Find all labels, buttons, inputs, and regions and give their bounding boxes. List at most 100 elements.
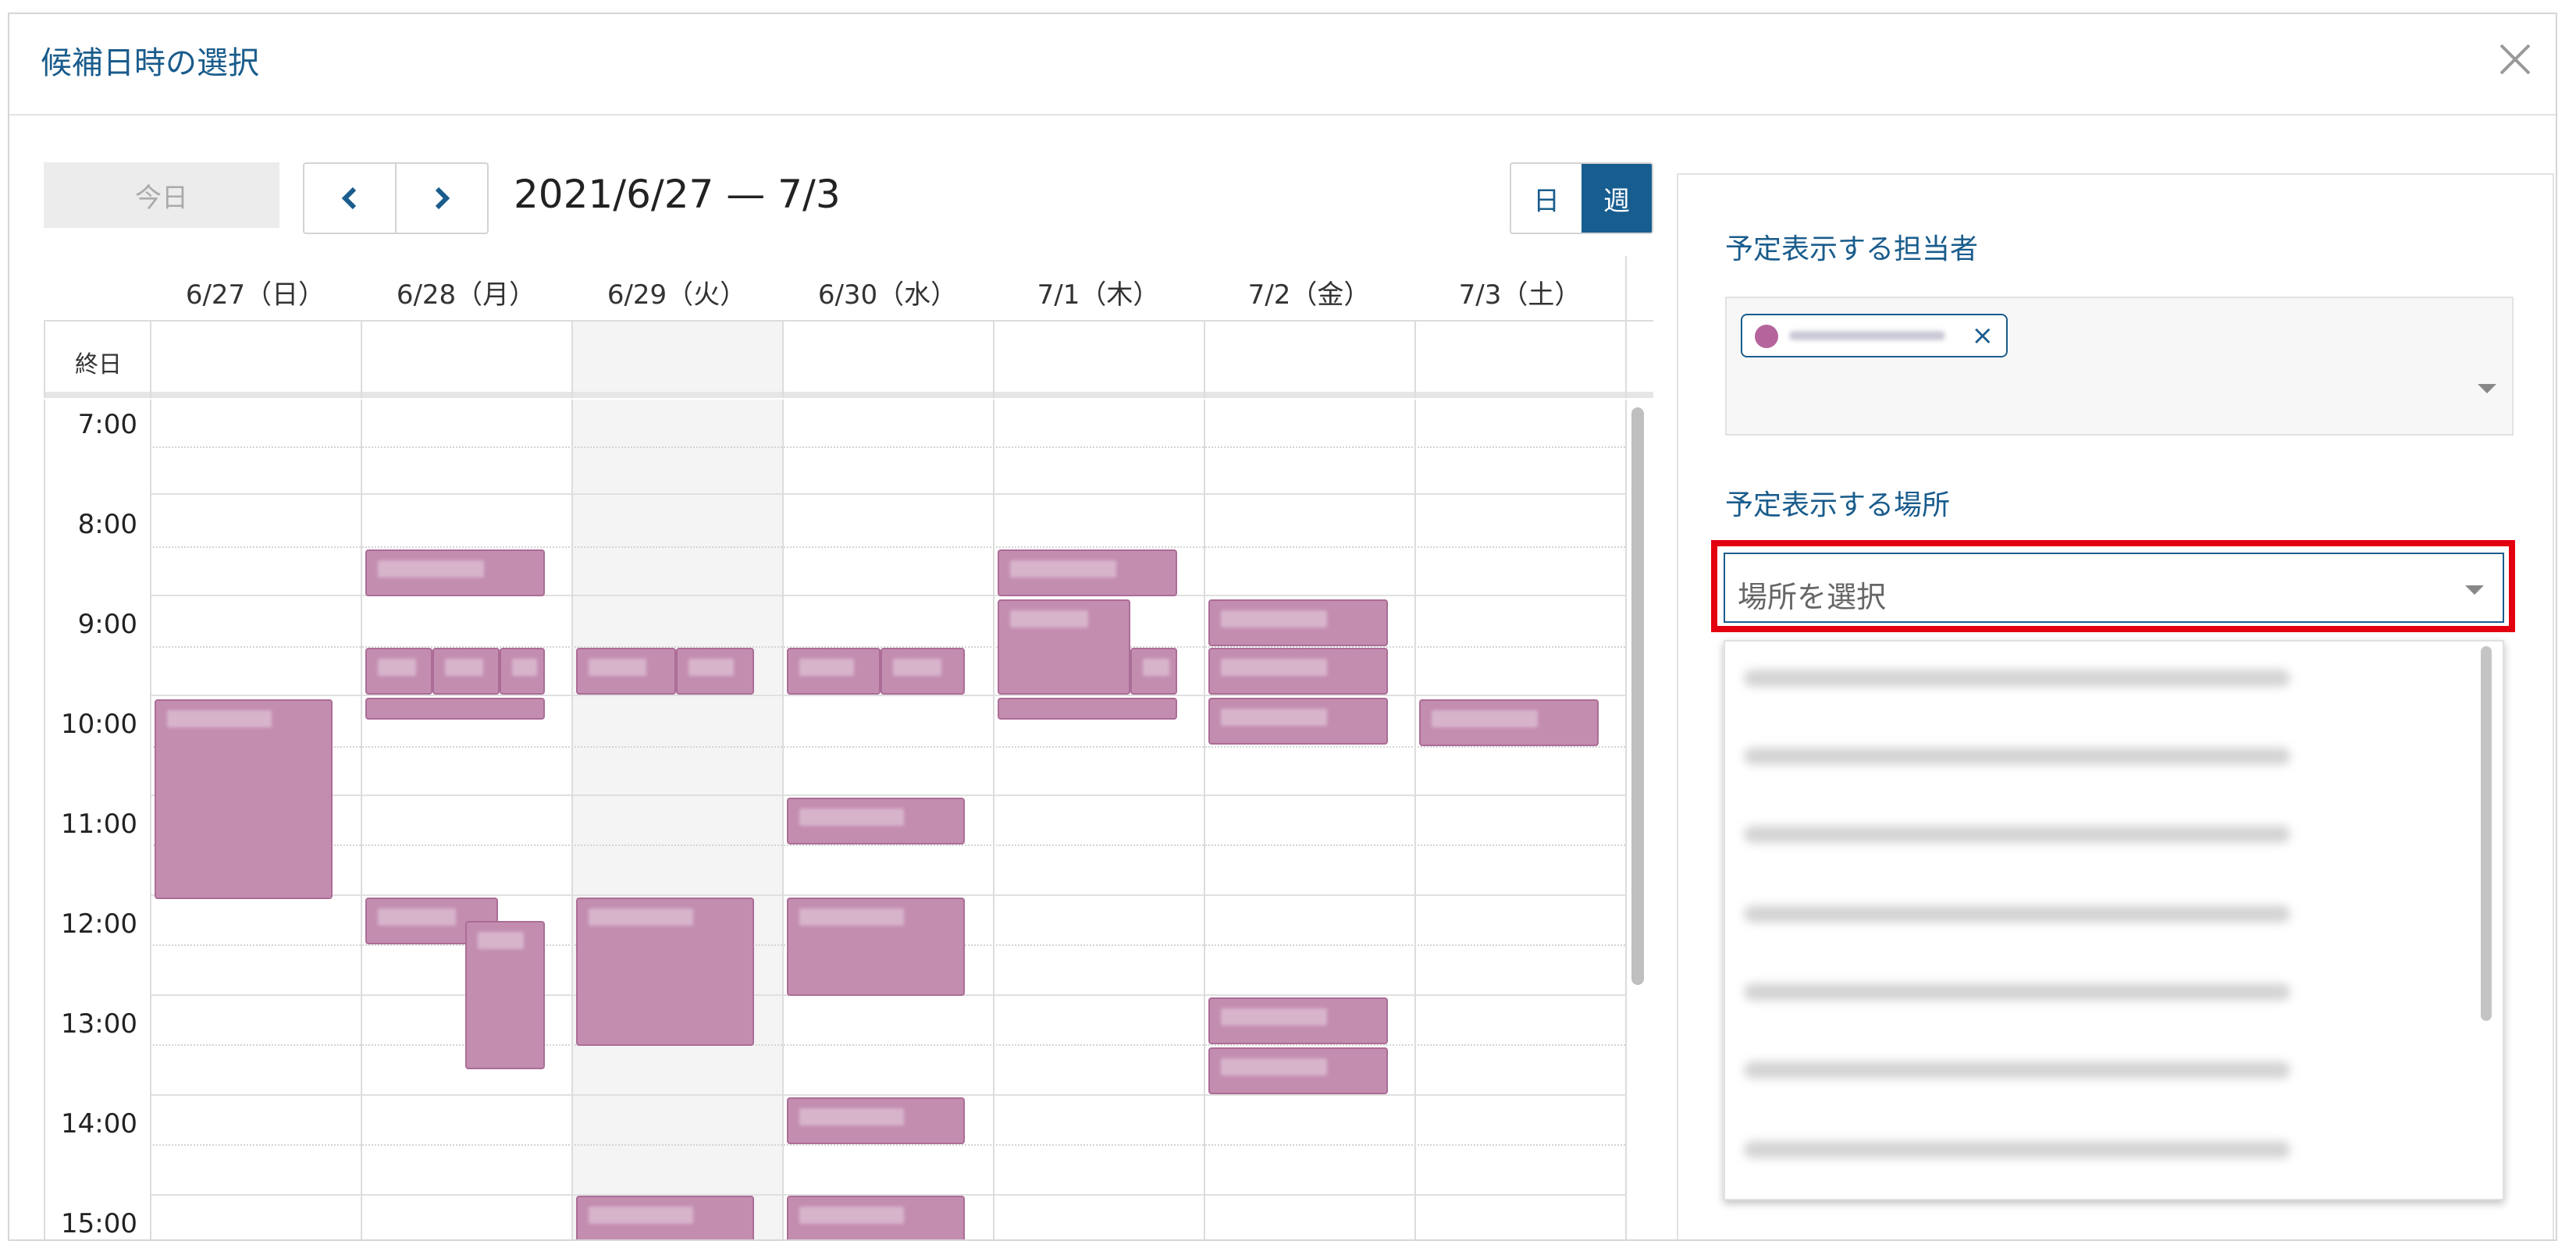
week-navigation <box>303 162 489 234</box>
calendar-event[interactable] <box>1208 997 1388 1044</box>
calendar-event[interactable] <box>365 549 545 596</box>
column-line <box>993 320 994 398</box>
calendar-event[interactable] <box>998 549 1177 596</box>
day-header: 6/27（日） <box>185 279 326 311</box>
dialog-header: 候補日時の選択 <box>9 14 2556 116</box>
hour-line <box>150 1094 1625 1096</box>
hour-line <box>150 795 1625 796</box>
date-range-label: 2021/6/27 — 7/3 <box>514 172 841 217</box>
time-label: 14:00 <box>61 1108 137 1139</box>
calendar-event[interactable] <box>1208 1047 1388 1094</box>
calendar-event[interactable] <box>787 798 965 844</box>
day-header: 6/28（月） <box>396 279 536 311</box>
location-option[interactable] <box>1744 896 2290 932</box>
calendar-event[interactable] <box>576 898 754 1046</box>
location-placeholder: 場所を選択 <box>1738 580 1887 614</box>
hour-line <box>150 894 1625 896</box>
hour-line <box>150 493 1625 495</box>
calendar-event[interactable] <box>576 648 676 695</box>
assignee-color-dot <box>1755 325 1778 348</box>
time-label: 11:00 <box>61 809 137 840</box>
location-option[interactable] <box>1744 660 2290 696</box>
half-hour-line <box>150 446 1625 448</box>
calendar-event[interactable] <box>1419 699 1599 746</box>
day-header: 7/2（金） <box>1247 279 1371 311</box>
calendar-event[interactable] <box>1130 648 1177 695</box>
time-label: 15:00 <box>61 1208 137 1239</box>
column-line <box>1625 400 1627 1239</box>
filter-panel: 予定表示する担当者 × 予定表示する場所 場所を選択 <box>1677 173 2554 1239</box>
time-label: 7:00 <box>77 409 137 440</box>
close-icon[interactable] <box>2490 34 2540 84</box>
half-hour-line <box>150 546 1625 548</box>
calendar-event[interactable] <box>576 1196 754 1239</box>
column-line <box>44 320 45 398</box>
assignee-chip: × <box>1741 314 2008 357</box>
all-day-separator <box>44 392 1653 398</box>
calendar-scrollbar[interactable] <box>1631 407 1644 985</box>
prev-week-button[interactable] <box>304 164 395 233</box>
view-toggle: 日 週 <box>1510 162 1653 234</box>
chevron-left-icon <box>341 187 357 210</box>
location-select[interactable]: 場所を選択 <box>1724 553 2504 623</box>
hour-line <box>150 695 1625 696</box>
assignee-select[interactable]: × <box>1725 297 2514 436</box>
day-headers: 6/27（日） 6/28（月） 6/29（火） 6/30（水） 7/1（木） 7… <box>150 273 1625 311</box>
location-option[interactable] <box>1744 1052 2290 1088</box>
calendar-event[interactable] <box>998 698 1177 720</box>
calendar-event[interactable] <box>998 599 1130 695</box>
week-calendar: 6/27（日） 6/28（月） 6/29（火） 6/30（水） 7/1（木） 7… <box>44 256 1653 1239</box>
all-day-row[interactable]: 終日 <box>44 322 1653 392</box>
column-line <box>1204 400 1205 1239</box>
location-label: 予定表示する場所 <box>1725 489 1951 521</box>
week-view-button[interactable]: 週 <box>1582 164 1652 233</box>
calendar-event[interactable] <box>881 648 965 695</box>
calendar-event[interactable] <box>500 648 545 695</box>
calendar-event[interactable] <box>787 1097 965 1144</box>
next-week-button[interactable] <box>395 164 487 233</box>
location-option[interactable] <box>1744 1132 2290 1168</box>
column-line <box>782 320 784 398</box>
column-line <box>361 400 362 1239</box>
time-label: 8:00 <box>77 509 137 540</box>
time-label: 10:00 <box>61 709 137 740</box>
half-hour-line <box>150 746 1625 748</box>
column-line <box>993 400 994 1239</box>
calendar-event[interactable] <box>365 648 432 695</box>
calendar-event[interactable] <box>1208 599 1388 646</box>
location-option[interactable] <box>1744 738 2290 774</box>
time-label: 13:00 <box>61 1008 137 1040</box>
column-line <box>1414 400 1416 1239</box>
all-day-label: 終日 <box>75 351 122 379</box>
column-line <box>782 400 784 1239</box>
calendar-event[interactable] <box>1208 698 1388 745</box>
calendar-event[interactable] <box>432 648 500 695</box>
location-option[interactable] <box>1744 974 2290 1010</box>
calendar-event[interactable] <box>787 648 881 695</box>
calendar-event[interactable] <box>1208 648 1388 695</box>
column-line <box>150 400 151 1239</box>
assignee-name-redacted <box>1789 331 1945 340</box>
day-view-button[interactable]: 日 <box>1511 164 1582 233</box>
calendar-event[interactable] <box>787 1196 965 1239</box>
today-button[interactable]: 今日 <box>44 162 279 228</box>
time-label: 9:00 <box>77 609 137 640</box>
day-header: 7/1（木） <box>1037 279 1160 311</box>
chevron-down-icon[interactable] <box>2478 384 2496 393</box>
day-header: 6/30（水） <box>817 279 958 311</box>
dialog-title: 候補日時の選択 <box>41 45 259 81</box>
half-hour-line <box>150 1044 1625 1046</box>
location-dropdown <box>1724 640 2504 1200</box>
calendar-event[interactable] <box>365 698 545 720</box>
column-line <box>150 320 151 398</box>
calendar-event[interactable] <box>155 699 333 899</box>
remove-assignee-icon[interactable]: × <box>1972 320 1994 351</box>
calendar-event[interactable] <box>465 921 545 1069</box>
dropdown-scrollbar[interactable] <box>2481 646 2492 1021</box>
location-option[interactable] <box>1744 816 2290 852</box>
calendar-event[interactable] <box>787 898 965 996</box>
column-line <box>1204 320 1205 398</box>
calendar-event[interactable] <box>676 648 754 695</box>
time-grid[interactable]: 7:00 8:00 9:00 10:00 11:00 12:00 13:00 1… <box>44 400 1653 1239</box>
day-header: 7/3（土） <box>1458 279 1582 311</box>
